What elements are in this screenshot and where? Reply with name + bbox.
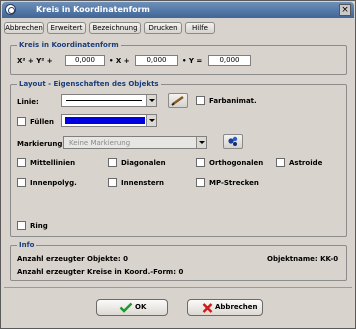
markierung-value: Keine Markierung — [69, 139, 131, 147]
ring-checkbox[interactable] — [17, 221, 26, 230]
kreis-group-label: Kreis in Koordinatenform — [17, 41, 121, 49]
mp-strecken-checkbox[interactable] — [196, 178, 205, 187]
linie-label: Linie: — [17, 98, 39, 106]
menu-bar: Abbrechen Erweitert Bezeichnung Drucken … — [4, 22, 354, 34]
layout-group-label: Layout - Eigenschaften des Objekts — [17, 80, 161, 88]
chevron-down-icon[interactable] — [146, 115, 156, 126]
app-icon — [5, 4, 16, 15]
innenpolyg-label: Innenpolyg. — [30, 179, 77, 187]
layout-group: Layout - Eigenschaften des Objekts Linie… — [10, 80, 347, 237]
constant-field[interactable]: 0,000 — [208, 55, 251, 66]
diagonalen-checkbox[interactable] — [108, 158, 117, 167]
fuellen-label: Füllen — [30, 118, 54, 126]
astroide-label: Astroide — [289, 159, 323, 167]
ok-button[interactable]: OK — [96, 299, 168, 316]
divider — [4, 287, 352, 288]
mittellinien-label: Mittellinien — [30, 159, 76, 167]
object-name-label: Objektname: KK-0 — [267, 255, 339, 263]
ring-label: Ring — [30, 222, 48, 230]
chevron-down-icon[interactable] — [196, 137, 206, 148]
innenpolyg-checkbox[interactable] — [17, 178, 26, 187]
cancel-button[interactable]: Abbrechen — [187, 299, 263, 316]
markierung-label: Markierung: — [17, 140, 66, 148]
markierung-dropdown[interactable]: Keine Markierung — [63, 136, 207, 149]
chevron-down-icon[interactable] — [146, 95, 156, 106]
pen-icon — [171, 95, 184, 106]
diagonalen-label: Diagonalen — [121, 159, 166, 167]
kreise-count-label: Anzahl erzeugter Kreise in Koord.-Form: … — [17, 268, 184, 276]
farbanimat-checkbox[interactable] — [196, 96, 205, 105]
equation-y-term: • Y = — [182, 57, 203, 65]
fill-color-swatch — [65, 117, 145, 124]
fuellen-checkbox[interactable] — [17, 117, 26, 126]
menu-hilfe[interactable]: Hilfe — [185, 22, 215, 34]
menu-erweitert[interactable]: Erweitert — [47, 22, 86, 34]
innenstern-label: Innenstern — [121, 179, 164, 187]
kreis-group: Kreis in Koordinatenform X² + Y² + 0,000… — [10, 41, 347, 75]
checkmark-icon — [119, 302, 133, 313]
equation-x-term: • X + — [109, 57, 130, 65]
close-button[interactable]: × — [339, 4, 351, 16]
info-group-label: Info — [17, 241, 37, 249]
farbanimat-label: Farbanimat. — [209, 97, 257, 105]
close-icon — [202, 303, 213, 313]
dialog-window: Kreis in Koordinatenform × Abbrechen Erw… — [0, 0, 356, 329]
marker-dots-icon — [228, 136, 238, 146]
astroide-checkbox[interactable] — [276, 158, 285, 167]
line-style-preview — [66, 100, 142, 101]
menu-abbrechen[interactable]: Abbrechen — [4, 22, 44, 34]
mittellinien-checkbox[interactable] — [17, 158, 26, 167]
orthogonalen-checkbox[interactable] — [196, 158, 205, 167]
window-title: Kreis in Koordinatenform — [36, 5, 150, 14]
pen-color-button[interactable] — [168, 93, 188, 108]
title-bar[interactable]: Kreis in Koordinatenform × — [2, 2, 354, 18]
menu-drucken[interactable]: Drucken — [144, 22, 182, 34]
info-group: Info Anzahl erzeugter Objekte: 0 Objektn… — [10, 241, 347, 281]
coefficient-x-field[interactable]: 0,000 — [65, 55, 105, 66]
ok-label: OK — [135, 303, 147, 311]
cancel-label: Abbrechen — [215, 303, 258, 311]
mp-strecken-label: MP-Strecken — [209, 179, 259, 187]
innenstern-checkbox[interactable] — [108, 178, 117, 187]
fill-color-dropdown[interactable] — [61, 114, 157, 127]
objects-count-label: Anzahl erzeugter Objekte: 0 — [17, 255, 128, 263]
menu-bezeichnung[interactable]: Bezeichnung — [89, 22, 141, 34]
orthogonalen-label: Orthogonalen — [209, 159, 264, 167]
equation-prefix: X² + Y² + — [17, 57, 53, 65]
coefficient-y-field[interactable]: 0,000 — [135, 55, 178, 66]
line-style-dropdown[interactable] — [61, 94, 157, 107]
marker-color-button[interactable] — [223, 134, 243, 149]
